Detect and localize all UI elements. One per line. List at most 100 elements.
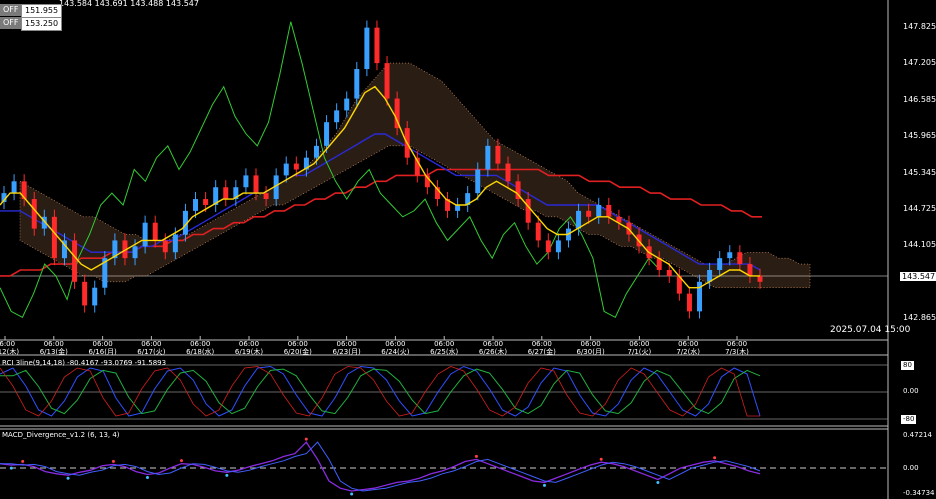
candle-body [475,169,481,194]
candle-body [354,69,360,99]
divergence-peak-marker [713,456,717,460]
toggle-off-button-1[interactable]: OFF [0,4,22,16]
toggle-value-1: 151.955 [21,4,63,18]
ohlc-readout: 143.584 143.691 143.488 143.547 [59,0,199,8]
candle-body [172,234,178,253]
candle-body [142,222,148,247]
price-tick: 147.205 [903,58,936,67]
date-axis-time: 06:00 [629,340,650,348]
price-tick: 145.965 [903,131,936,140]
divergence-trough-marker [350,492,354,496]
date-axis-label: 06:00 6/23(月) [327,340,367,356]
date-axis-date: 6/19(木) [234,348,264,356]
candle-body [344,98,350,111]
candle-body [576,210,582,229]
macd-indicator-label: MACD_Divergence_v1.2 (6, 13, 4) [2,431,120,439]
date-axis-date: 6/27(金) [527,348,556,356]
macd-tick: -0.34734 [903,489,935,497]
date-axis-date: 7/3(木) [725,348,749,356]
divergence-trough-marker [656,481,660,485]
trading-chart: 143.584 143.691 143.488 143.547 OFF 151.… [0,0,936,499]
chart-timestamp: 2025.07.04 15:00 [830,325,911,335]
date-axis-label: 06:006/12(木) [0,340,25,356]
date-axis-date: 6/23(月) [332,348,361,356]
candle-body [666,269,672,276]
rci-tick: -80 [901,415,917,424]
candle-body [485,145,491,170]
chart-canvas[interactable] [0,0,936,499]
candle-body [586,210,592,217]
divergence-trough-marker [145,475,149,479]
date-axis-date: 6/17(火) [137,348,166,356]
divergence-trough-marker [542,483,546,487]
price-tick: 145.345 [903,168,936,177]
candle-body [505,163,511,182]
candle-body [727,252,733,259]
candle-body [686,293,692,312]
date-axis-label: 06:00 6/26(木) [473,340,513,356]
candle-body [152,222,158,241]
candle-body [283,163,289,176]
date-axis-time: 06:00 [434,340,455,348]
date-axis-label: 06:00 6/17(火) [131,340,171,356]
date-axis-time: 06:00 [726,340,748,348]
candle-body [11,181,17,194]
date-axis-time: 06:00 [190,340,211,348]
date-axis-label: 06:00 6/16(月) [83,340,123,356]
divergence-peak-marker [304,437,308,441]
date-axis-label: 06:00 7/2(水) [668,340,708,356]
date-axis-date: 6/18(水) [186,348,215,356]
divergence-peak-marker [111,459,115,463]
date-axis-label: 06:00 6/24(火) [375,340,415,356]
date-axis-time: 06:00 [385,340,406,348]
divergence-peak-marker [474,454,478,458]
candle-body [92,287,98,306]
toggle-off-button-2[interactable]: OFF [0,17,22,29]
candle-body [606,204,612,217]
divergence-peak-marker [599,457,603,461]
candle-body [495,145,501,164]
candle-body [253,175,259,194]
candle-body [51,216,57,259]
candle-body [535,222,541,241]
candle-body [364,27,370,70]
date-axis-label: 06:00 6/30(月) [571,340,611,356]
candle-body [324,122,330,146]
date-axis-time: 06:00 [287,340,308,348]
candle-body [203,199,209,205]
date-axis-label: 06:00 6/20(金) [278,340,318,356]
candle-body [31,199,37,229]
divergence-trough-marker [225,473,229,477]
price-tick: 146.585 [903,95,936,104]
candle-body [132,246,138,259]
toggle-value-2: 153.250 [21,17,63,31]
divergence-peak-marker [21,459,25,463]
candle-body [596,204,602,217]
date-axis-label: 06:00 6/19(木) [229,340,269,356]
date-axis-date: 6/20(金) [283,348,312,356]
macd-tick: 0.00 [903,464,919,472]
date-axis-date: 6/13(金) [39,348,68,356]
candle-body [243,175,249,188]
candle-body [717,258,723,270]
price-tick: 142.865 [903,313,936,322]
current-price-label: 143.547 [900,272,936,281]
candle-body [374,27,380,64]
date-axis-time: 06:00 [531,340,552,348]
date-axis-date: 6/24(火) [381,348,410,356]
date-axis-time: 06:00 [482,340,504,348]
macd-line [0,441,761,492]
date-axis-label: 06:00 6/25(水) [424,340,464,356]
candle-body [545,240,551,253]
date-axis-time: 06:00 [92,340,113,348]
date-axis-label: 06:00 6/27(金) [522,340,562,356]
divergence-trough-marker [66,476,70,480]
date-axis-time: 06:00 [141,340,162,348]
candle-body [193,199,199,211]
candle-body [737,252,743,265]
macd-tick: 0.47214 [903,431,932,439]
candle-body [555,240,561,253]
date-axis-time: 06:00 [580,340,601,348]
date-axis-date: 6/26(木) [478,348,508,356]
date-axis-time: 06:00 [43,340,64,348]
